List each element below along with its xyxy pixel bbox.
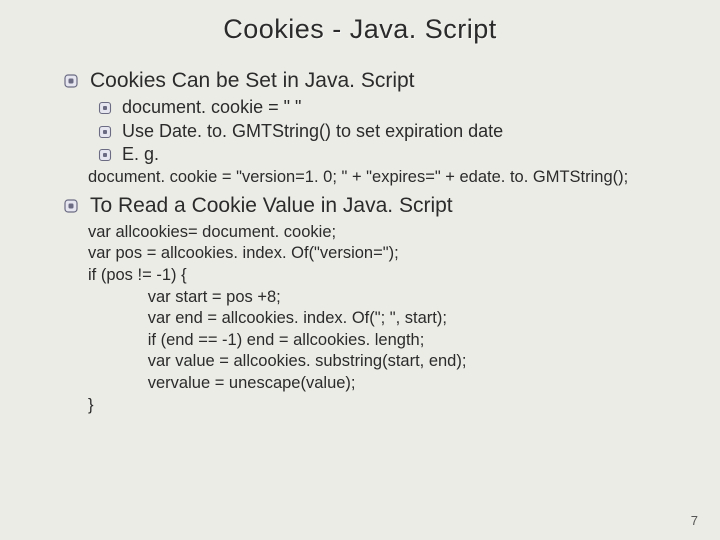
slide-title: Cookies - Java. Script: [0, 14, 720, 45]
slide: Cookies - Java. Script Cookies Can be Se…: [0, 0, 720, 540]
bullet-icon: [64, 74, 78, 88]
page-number: 7: [691, 513, 698, 528]
bullet-icon: [98, 148, 112, 162]
code-line: document. cookie = "version=1. 0; " + "e…: [88, 167, 690, 188]
section-heading: To Read a Cookie Value in Java. Script: [90, 194, 453, 217]
code-line: var end = allcookies. index. Of("; ", st…: [134, 308, 690, 329]
code-line: var value = allcookies. substring(start,…: [134, 351, 690, 372]
code-line: vervalue = unescape(value);: [134, 373, 690, 394]
bullet-lvl2: Use Date. to. GMTString() to set expirat…: [98, 120, 690, 143]
bullet-lvl2: document. cookie = " ": [98, 96, 690, 119]
code-line: if (end == -1) end = allcookies. length;: [134, 330, 690, 351]
slide-body: Cookies Can be Set in Java. Script docum…: [64, 66, 690, 416]
bullet-icon: [98, 101, 112, 115]
bullet-icon: [98, 125, 112, 139]
list-item-text: document. cookie = " ": [122, 97, 301, 117]
bullet-icon: [64, 199, 78, 213]
bullet-lvl2: E. g.: [98, 143, 690, 166]
code-line: var pos = allcookies. index. Of("version…: [88, 243, 690, 264]
list-item-text: Use Date. to. GMTString() to set expirat…: [122, 121, 503, 141]
code-line: if (pos != -1) {: [88, 265, 690, 286]
code-line: var allcookies= document. cookie;: [88, 222, 690, 243]
code-line: }: [88, 395, 690, 416]
bullet-lvl1: Cookies Can be Set in Java. Script: [64, 68, 690, 94]
list-item-text: E. g.: [122, 144, 159, 164]
code-line: var start = pos +8;: [134, 287, 690, 308]
bullet-lvl1: To Read a Cookie Value in Java. Script: [64, 193, 690, 219]
section-heading: Cookies Can be Set in Java. Script: [90, 69, 415, 92]
